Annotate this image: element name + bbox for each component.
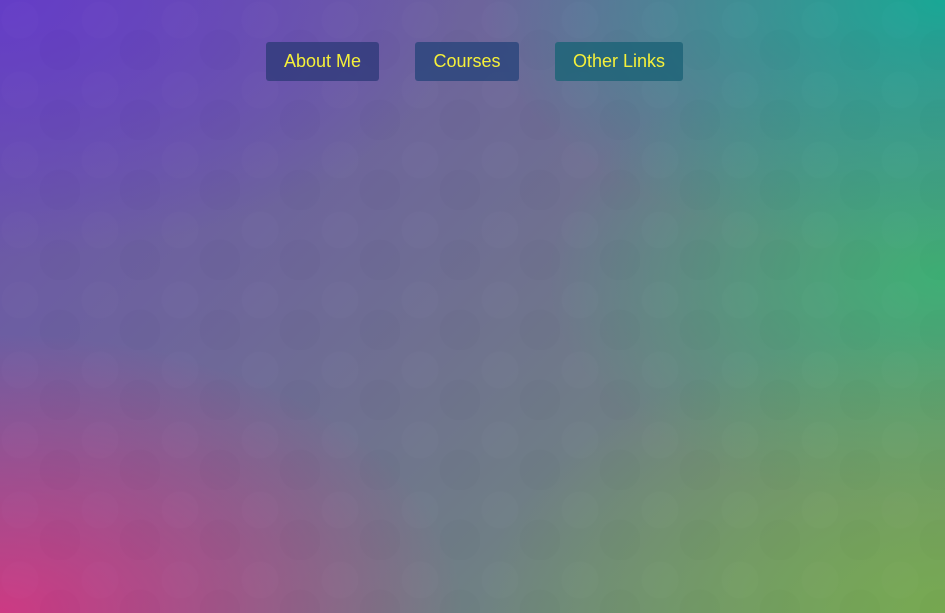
about-me-button[interactable]: About Me xyxy=(266,42,379,81)
background-texture xyxy=(0,0,945,613)
courses-button[interactable]: Courses xyxy=(415,42,519,81)
top-navigation: About Me Courses Other Links xyxy=(0,42,945,81)
other-links-button[interactable]: Other Links xyxy=(555,42,683,81)
